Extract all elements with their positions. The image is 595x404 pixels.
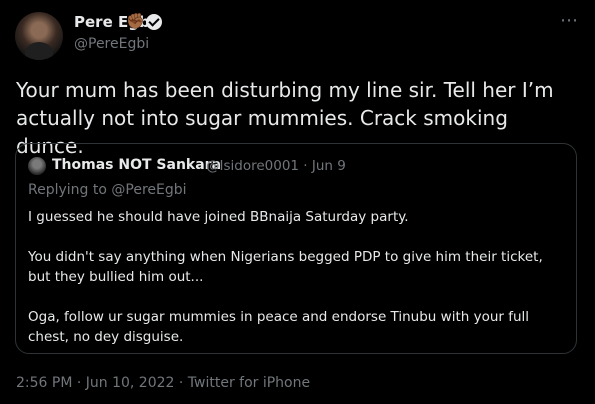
author-avatar[interactable] xyxy=(15,12,63,60)
quoted-tweet-text: I guessed he should have joined BBnaija … xyxy=(28,207,568,367)
quoted-tweet[interactable]: Thomas NOT Sankara @Isidore0001 · Jun 9 … xyxy=(15,143,577,354)
verified-badge-icon xyxy=(146,14,162,30)
quoted-author-name: Thomas NOT Sankara xyxy=(52,157,222,173)
quoted-paragraph: Oga, follow ur sugar mummies in peace an… xyxy=(28,309,530,345)
replying-to-handle[interactable]: @PereEgbi xyxy=(111,182,186,198)
more-options-icon[interactable]: ⋯ xyxy=(560,10,579,31)
quoted-author-avatar xyxy=(28,157,46,175)
replying-to-prefix: Replying to xyxy=(28,182,112,198)
tweet-timestamp[interactable]: 2:56 PM · Jun 10, 2022 · Twitter for iPh… xyxy=(16,375,310,391)
replying-to: Replying to @PereEgbi xyxy=(28,182,187,198)
raised-fist-emoji: ✊🏾 xyxy=(126,12,145,30)
quoted-paragraph: You didn't say anything when Nigerians b… xyxy=(28,249,543,285)
quoted-paragraph: I guessed he should have joined BBnaija … xyxy=(28,209,409,225)
quoted-author-handle-date: @Isidore0001 · Jun 9 xyxy=(206,158,346,174)
author-handle[interactable]: @PereEgbi xyxy=(74,36,149,52)
